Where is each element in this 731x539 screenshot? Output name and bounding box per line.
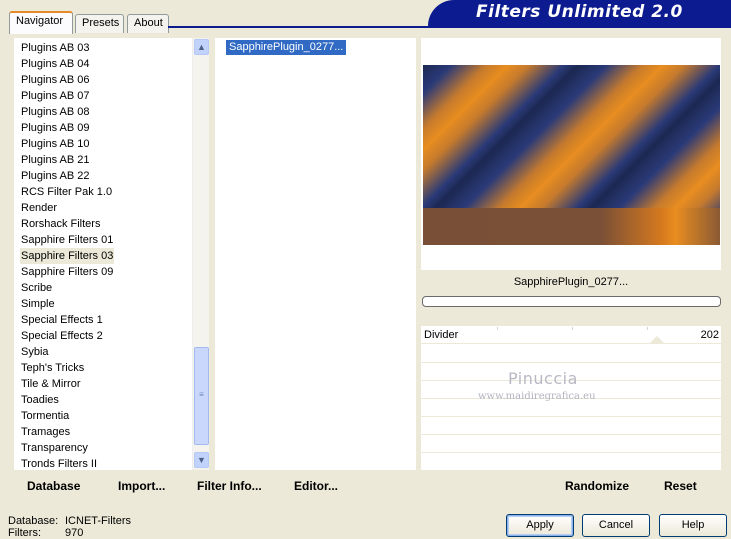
database-button[interactable]: Database [27, 479, 80, 493]
tab-presets[interactable]: Presets [75, 14, 124, 33]
category-item[interactable]: Tronds Filters II [20, 456, 98, 472]
header-divider [168, 26, 731, 28]
editor-button[interactable]: Editor... [294, 479, 338, 493]
tab-navigator[interactable]: Navigator [9, 11, 73, 34]
cancel-button[interactable]: Cancel [582, 514, 650, 537]
category-item[interactable]: Plugins AB 09 [20, 120, 91, 136]
category-item[interactable]: Sapphire Filters 01 [20, 232, 114, 248]
tab-about[interactable]: About [127, 14, 169, 33]
category-item[interactable]: Render [20, 200, 58, 216]
category-item[interactable]: Plugins AB 06 [20, 72, 91, 88]
category-item[interactable]: Plugins AB 22 [20, 168, 91, 184]
preview-filter-name: SapphirePlugin_0277... [513, 276, 629, 288]
tab-presets-label: Presets [82, 17, 120, 29]
slider-tick [647, 327, 648, 330]
param-row-divider[interactable]: Divider 202 [421, 326, 721, 344]
param-row-empty [421, 453, 721, 471]
app-title-banner: Filters Unlimited 2.0 [428, 0, 731, 26]
randomize-button[interactable]: Randomize [565, 479, 629, 493]
filter-info-button-label: Filter Info... [197, 479, 262, 493]
reset-button[interactable]: Reset [664, 479, 697, 493]
category-item[interactable]: Scribe [20, 280, 53, 296]
filter-info-button[interactable]: Filter Info... [197, 479, 262, 493]
status-filters-label: Filters: [8, 527, 41, 539]
scroll-up-button[interactable]: ▲ [194, 39, 209, 55]
editor-button-label: Editor... [294, 479, 339, 493]
slider-handle[interactable] [649, 336, 665, 344]
slider-tick [572, 327, 573, 330]
category-list[interactable]: Plugins AB 03 Plugins AB 04 Plugins AB 06 P… [14, 38, 192, 470]
category-item[interactable]: Plugins AB 21 [20, 152, 91, 168]
status-database: Database: ICNET-Filters [8, 515, 131, 527]
category-item[interactable]: Plugins AB 04 [20, 56, 91, 72]
category-item[interactable]: Plugins AB 10 [20, 136, 91, 152]
category-item[interactable]: Rorshack Filters [20, 216, 101, 232]
apply-button[interactable]: Apply [506, 514, 574, 537]
category-item[interactable]: Tormentia [20, 408, 70, 424]
param-value: 202 [700, 329, 719, 341]
progress-bar [422, 296, 721, 307]
filter-list[interactable]: SapphirePlugin_0277... [215, 38, 416, 470]
category-item[interactable]: Tramages [20, 424, 71, 440]
category-item[interactable]: Transparency [20, 440, 89, 456]
param-row-empty [421, 345, 721, 363]
reset-button-label: Reset [664, 479, 697, 493]
grip-icon: ≡ [199, 390, 204, 399]
watermark-url: www.maidiregrafica.eu [478, 391, 596, 402]
status-database-value: ICNET-Filters [65, 515, 131, 527]
status-filters-value: 970 [65, 527, 84, 539]
scroll-down-button[interactable]: ▼ [194, 452, 209, 468]
category-item[interactable]: RCS Filter Pak 1.0 [20, 184, 113, 200]
category-item[interactable]: Plugins AB 03 [20, 40, 91, 56]
category-item[interactable]: Toadies [20, 392, 60, 408]
database-button-label: Database [27, 479, 81, 493]
randomize-button-label: Randomize [565, 479, 630, 493]
category-item[interactable]: Sapphire Filters 03 [20, 248, 115, 264]
cancel-button-label: Cancel [598, 519, 634, 531]
chevron-down-icon: ▼ [197, 455, 206, 465]
category-item[interactable]: Plugins AB 08 [20, 104, 91, 120]
watermark-name: Pinuccia [508, 369, 578, 388]
status-database-label: Database: [8, 515, 59, 527]
app-title: Filters Unlimited 2.0 [476, 2, 683, 22]
apply-button-label: Apply [526, 519, 554, 531]
category-item[interactable]: Plugins AB 07 [20, 88, 91, 104]
status-filters: Filters: 970 [8, 527, 83, 539]
param-row-empty [421, 417, 721, 435]
tab-about-label: About [134, 17, 163, 29]
help-button[interactable]: Help [659, 514, 727, 537]
param-row-empty [421, 435, 721, 453]
category-item[interactable]: Tile & Mirror [20, 376, 81, 392]
category-item[interactable]: Simple [20, 296, 56, 312]
chevron-up-icon: ▲ [197, 42, 206, 52]
category-item[interactable]: Sapphire Filters 09 [20, 264, 114, 280]
filter-list-item-selected[interactable]: SapphirePlugin_0277... [226, 40, 347, 55]
import-button-label: Import... [118, 479, 166, 493]
preview-image [423, 65, 720, 245]
help-button-label: Help [681, 519, 705, 531]
preview-image-strip [423, 208, 720, 245]
import-button[interactable]: Import... [118, 479, 165, 493]
scroll-thumb[interactable]: ≡ [194, 347, 209, 445]
category-item[interactable]: Special Effects 1 [20, 312, 104, 328]
category-item[interactable]: Sybia [20, 344, 50, 360]
param-label: Divider [424, 329, 459, 341]
slider-tick [497, 327, 498, 330]
tab-navigator-label: Navigator [16, 15, 64, 27]
category-scrollbar[interactable]: ▲ ≡ ▼ [192, 38, 209, 470]
category-item[interactable]: Teph's Tricks [20, 360, 85, 376]
category-item[interactable]: Special Effects 2 [20, 328, 104, 344]
